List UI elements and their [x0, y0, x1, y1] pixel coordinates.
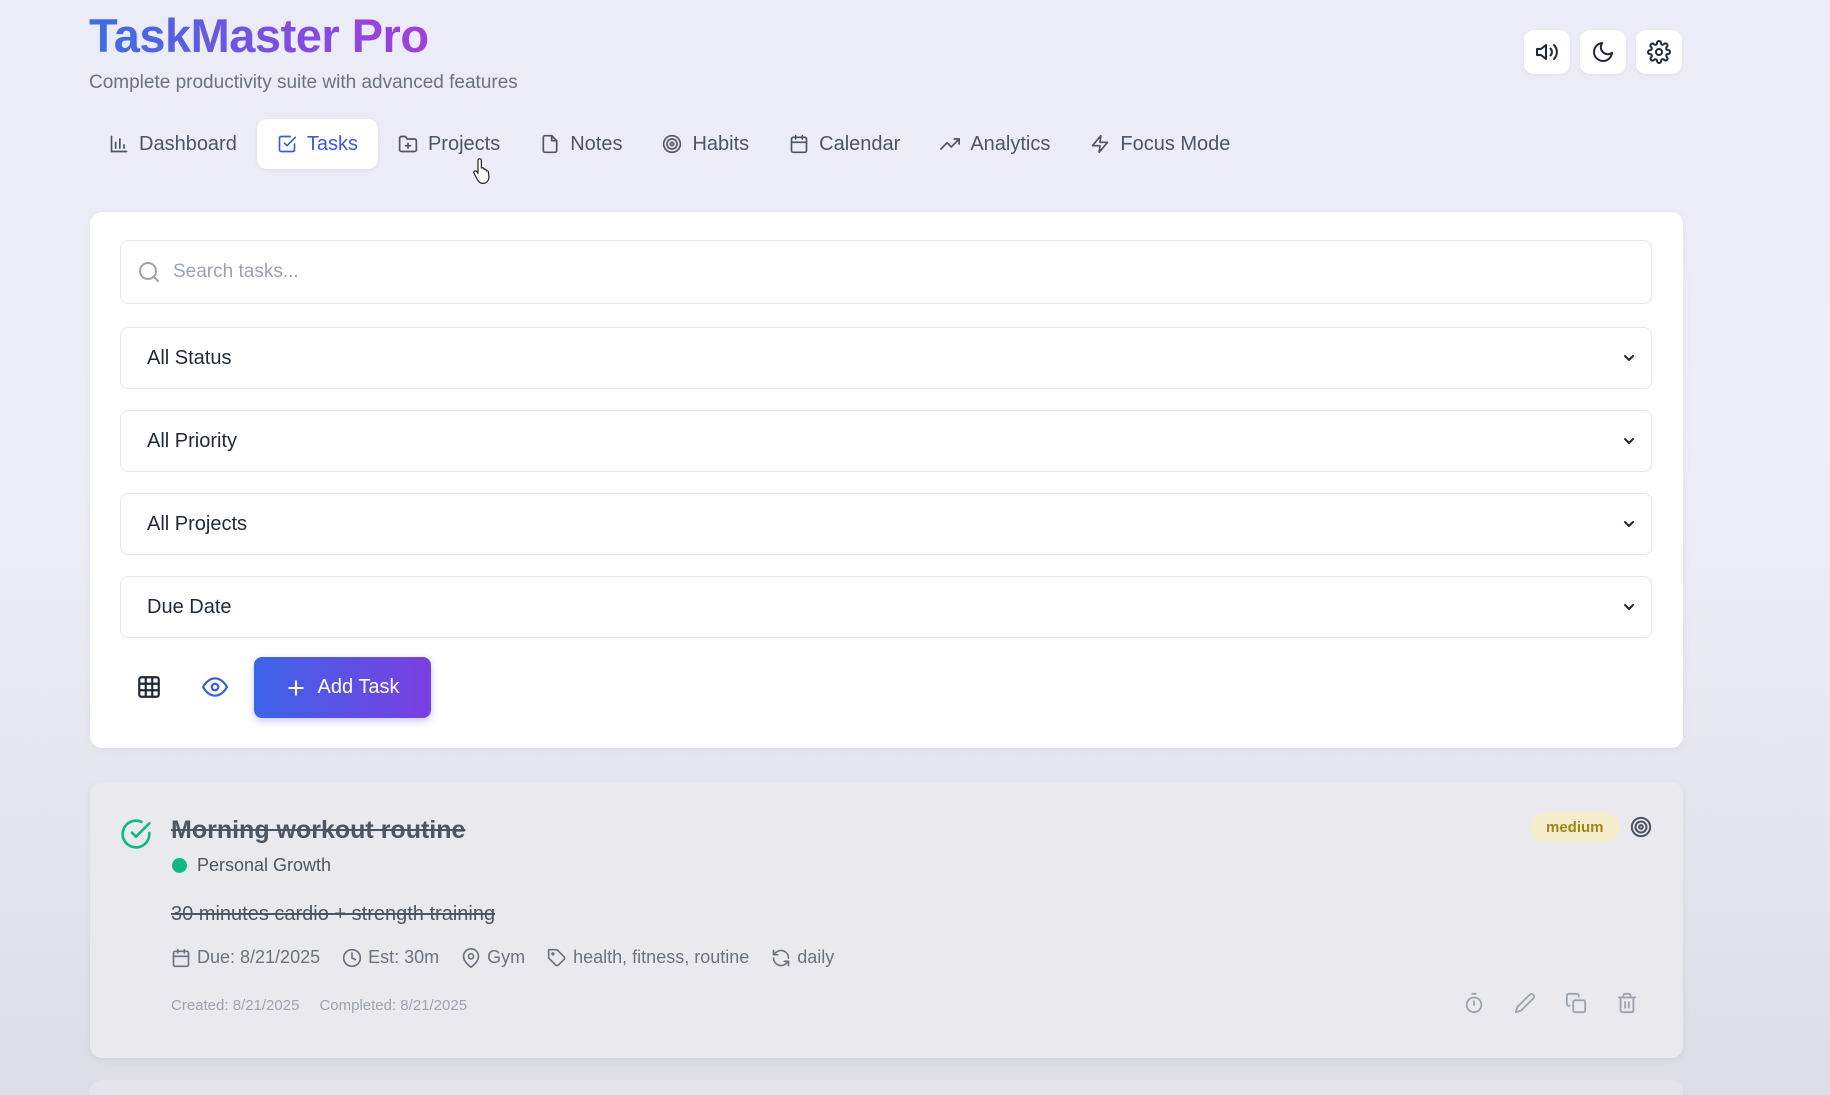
pencil-icon[interactable] — [1514, 992, 1536, 1014]
task-due-text: Due: 8/21/2025 — [197, 947, 321, 967]
task-estimate-text: Est: 30m — [368, 947, 440, 967]
add-task-button[interactable]: Add Task — [254, 657, 431, 718]
repeat-icon — [772, 949, 790, 966]
task-tags-text: health, fitness, routine — [573, 947, 750, 967]
tab-label: Habits — [692, 132, 750, 155]
task-location: Gym — [461, 947, 525, 968]
sort-value: Due Date — [147, 595, 232, 618]
tab-projects[interactable]: Projects — [378, 119, 520, 169]
volume-icon — [1536, 44, 1558, 60]
target-icon — [663, 134, 682, 154]
bar-chart-icon — [110, 135, 128, 153]
visibility-toggle-button[interactable] — [191, 663, 239, 711]
search-icon — [139, 262, 159, 282]
task-description: 30 minutes cardio + strength training — [171, 903, 496, 925]
lightning-icon — [1092, 134, 1109, 154]
search-box — [120, 240, 1652, 304]
task-recurrence: daily — [771, 947, 834, 968]
project-filter-select[interactable]: All Projects — [120, 493, 1652, 555]
task-meta: Due: 8/21/2025 Est: 30m Gym health, fitn… — [171, 947, 834, 968]
trending-up-icon — [940, 138, 961, 150]
sound-toggle-button[interactable] — [1524, 30, 1570, 74]
hand-cursor-icon — [473, 158, 490, 184]
eye-icon — [202, 677, 228, 697]
status-filter-value: All Status — [147, 346, 232, 369]
main-nav: Dashboard Tasks Projects Notes Habits Ca… — [89, 119, 1250, 169]
search-input[interactable] — [173, 261, 1573, 283]
chevron-down-icon — [1624, 521, 1634, 527]
priority-filter-value: All Priority — [147, 429, 238, 452]
dark-mode-button[interactable] — [1580, 30, 1626, 74]
task-actions — [1463, 992, 1638, 1014]
app-subtitle: Complete productivity suite with advance… — [89, 72, 518, 93]
tab-habits[interactable]: Habits — [642, 119, 769, 169]
priority-badge: medium — [1530, 812, 1620, 842]
calendar-icon — [790, 134, 808, 154]
trash-icon[interactable] — [1616, 992, 1638, 1014]
priority-filter-select[interactable]: All Priority — [120, 410, 1652, 472]
task-project: Personal Growth — [197, 855, 332, 875]
chevron-down-icon — [1624, 438, 1634, 444]
tab-label: Calendar — [819, 132, 901, 155]
clock-icon — [342, 948, 362, 967]
task-card-partial — [90, 1080, 1683, 1095]
tag-icon — [547, 948, 566, 966]
gear-icon — [1647, 40, 1671, 64]
moon-icon — [1593, 42, 1613, 62]
settings-button[interactable] — [1636, 30, 1682, 74]
task-tags: health, fitness, routine — [547, 947, 749, 968]
task-due: Due: 8/21/2025 — [171, 947, 320, 968]
tab-analytics[interactable]: Analytics — [920, 119, 1070, 169]
map-pin-icon — [462, 947, 480, 968]
calendar-icon — [172, 948, 190, 967]
filter-panel: All Status All Priority All Projects Due… — [90, 212, 1683, 748]
task-completed: Completed: 8/21/2025 — [319, 997, 468, 1014]
project-color-dot — [172, 858, 187, 873]
timer-icon[interactable] — [1463, 992, 1485, 1014]
grid-icon — [138, 676, 160, 698]
tab-calendar[interactable]: Calendar — [769, 119, 920, 169]
checkbox-icon — [278, 135, 297, 153]
tab-tasks[interactable]: Tasks — [256, 119, 378, 169]
tab-focus-mode[interactable]: Focus Mode — [1070, 119, 1250, 169]
file-icon — [542, 134, 558, 154]
plus-icon — [287, 679, 304, 696]
chevron-down-icon — [1624, 355, 1634, 361]
task-card[interactable]: Morning workout routine Personal Growth … — [90, 782, 1683, 1058]
project-filter-value: All Projects — [147, 512, 248, 535]
tab-label: Focus Mode — [1120, 132, 1231, 155]
tab-notes[interactable]: Notes — [520, 119, 642, 169]
task-recurrence-text: daily — [797, 947, 835, 967]
tab-label: Analytics — [970, 132, 1051, 155]
header-actions — [1524, 30, 1682, 74]
task-location-text: Gym — [487, 947, 526, 967]
tab-label: Notes — [570, 132, 623, 155]
check-circle-icon[interactable] — [120, 818, 152, 850]
tab-label: Tasks — [306, 132, 358, 155]
add-task-label: Add Task — [317, 676, 400, 698]
target-icon[interactable] — [1630, 816, 1652, 838]
grid-view-button[interactable] — [125, 663, 173, 711]
chevron-down-icon — [1624, 604, 1634, 610]
app-title: TaskMaster Pro — [89, 9, 429, 62]
copy-icon[interactable] — [1565, 992, 1587, 1014]
task-created: Created: 8/21/2025 — [171, 997, 300, 1014]
tab-dashboard[interactable]: Dashboard — [89, 119, 257, 169]
folder-icon — [398, 135, 418, 153]
task-title: Morning workout routine — [171, 816, 466, 844]
task-dates: Created: 8/21/2025 Completed: 8/21/2025 — [171, 997, 467, 1014]
status-filter-select[interactable]: All Status — [120, 327, 1652, 389]
tab-label: Projects — [427, 132, 501, 155]
sort-select[interactable]: Due Date — [120, 576, 1652, 638]
tab-label: Dashboard — [139, 132, 237, 155]
task-estimate: Est: 30m — [342, 947, 439, 968]
